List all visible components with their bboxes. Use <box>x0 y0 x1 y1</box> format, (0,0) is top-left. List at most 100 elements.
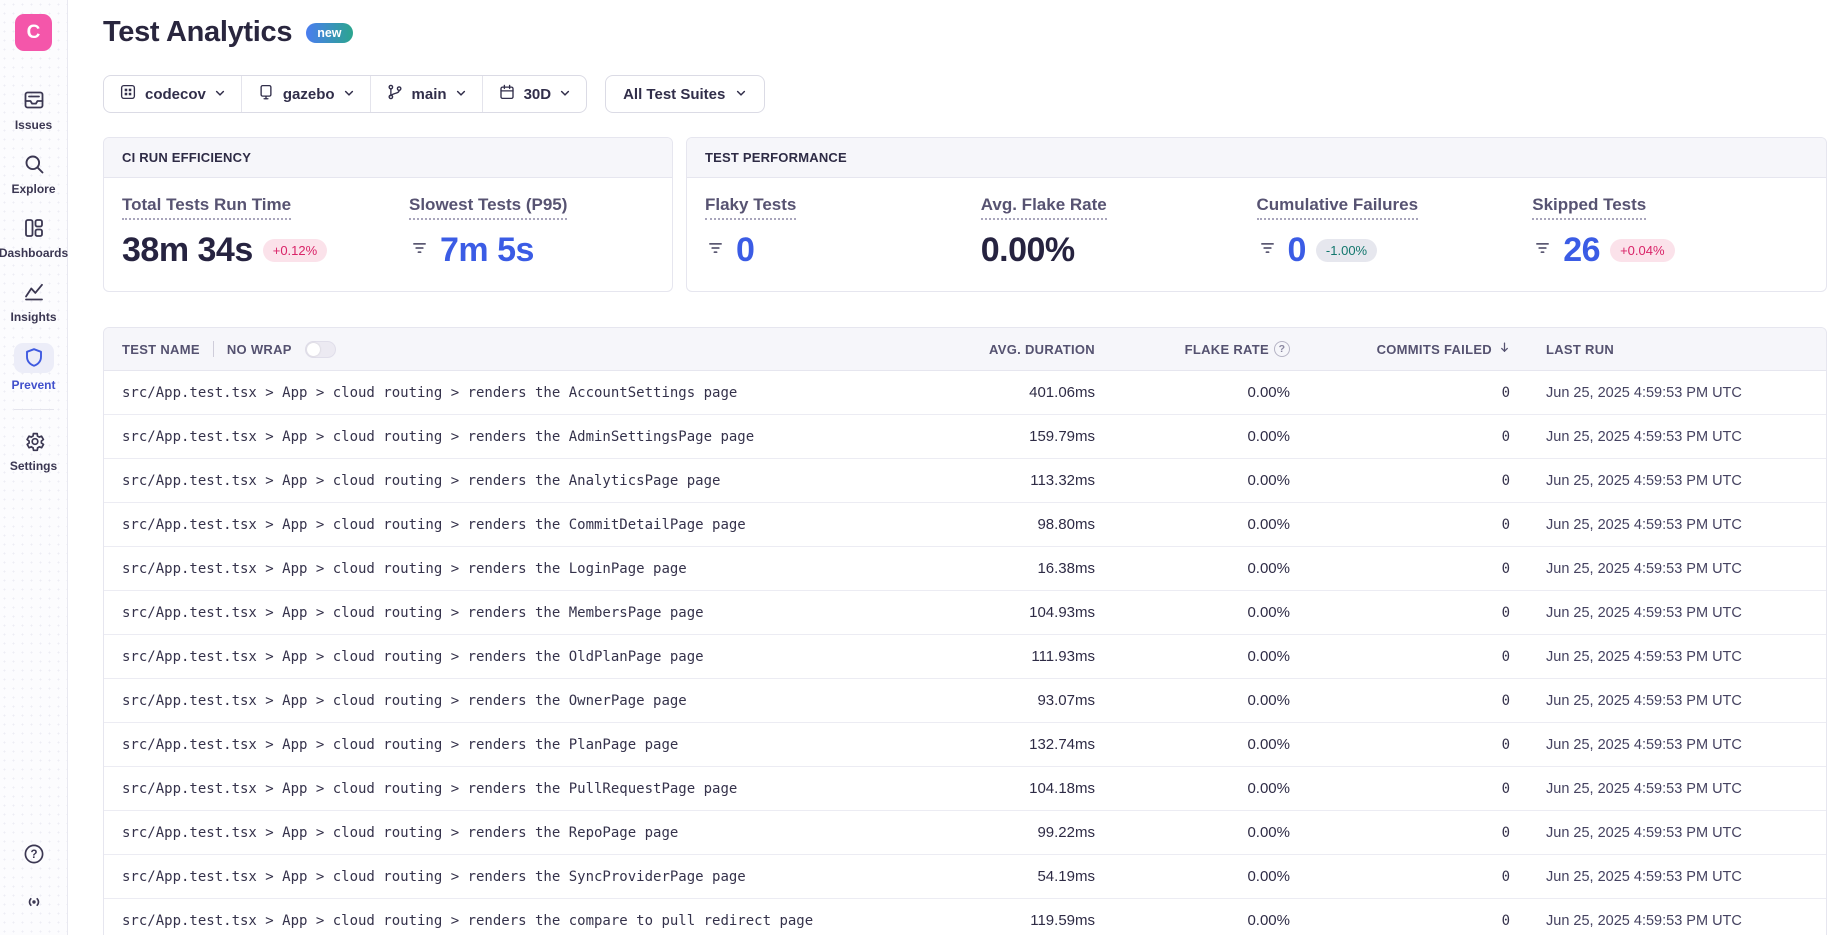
metric-value: 38m 34s <box>122 231 253 270</box>
ci-run-efficiency-panel: CI RUN EFFICIENCY Total Tests Run Time 38… <box>103 137 673 292</box>
last-run-value: Jun 25, 2025 4:59:53 PM UTC <box>1546 517 1742 533</box>
ci-metrics: Total Tests Run Time 38m 34s+0.12% Slowest… <box>104 178 672 291</box>
avg-duration-value: 159.79ms <box>1029 428 1095 445</box>
table-row: src/App.test.tsx > App > cloud routing >… <box>104 855 1826 899</box>
metric-value-row: 7m 5s <box>409 231 534 270</box>
avg-duration-value: 119.59ms <box>1030 912 1095 929</box>
org-dropdown[interactable]: codecov <box>104 76 242 112</box>
avg-duration-value: 113.32ms <box>1030 472 1095 489</box>
metric-value-row: 38m 34s+0.12% <box>122 231 327 270</box>
whats-new-button[interactable] <box>21 891 47 917</box>
commits-failed-value: 0 <box>1502 693 1512 709</box>
filter-funnel-icon <box>705 239 726 262</box>
avg-duration-header[interactable]: AVG. DURATION <box>925 342 1095 357</box>
test-name: src/App.test.tsx > App > cloud routing >… <box>122 913 813 929</box>
metric-label: Total Tests Run Time <box>122 195 291 220</box>
question-circle-icon[interactable]: ? <box>1274 341 1290 357</box>
repo-icon <box>257 83 275 105</box>
commits-failed-value: 0 <box>1502 561 1512 577</box>
perf-metrics: Flaky Tests0Avg. Flake Rate0.00%Cumulati… <box>687 178 1826 291</box>
table-row: src/App.test.tsx > App > cloud routing >… <box>104 635 1826 679</box>
no-wrap-label: NO WRAP <box>227 342 292 357</box>
metric-value[interactable]: 26 <box>1563 231 1600 270</box>
table-row: src/App.test.tsx > App > cloud routing >… <box>104 811 1826 855</box>
table-row: src/App.test.tsx > App > cloud routing >… <box>104 503 1826 547</box>
page-title: Test Analytics <box>103 16 292 49</box>
ci-metric-total-tests-run-time: Total Tests Run Time 38m 34s+0.12% <box>122 195 409 270</box>
test-name: src/App.test.tsx > App > cloud routing >… <box>122 561 687 577</box>
avg-duration-value: 401.06ms <box>1029 384 1095 401</box>
sidebar-divider <box>14 409 54 410</box>
perf-metric-cumulative-failures: Cumulative Failures0-1.00% <box>1257 195 1533 270</box>
test-suites-value: All Test Suites <box>623 86 725 103</box>
sidebar-item-prevent[interactable]: Prevent <box>0 333 67 401</box>
app-logo[interactable]: C <box>15 14 52 51</box>
dashboards-icon <box>21 215 47 241</box>
context-filter-group: codecov gazebo main <box>103 75 587 113</box>
delta-badge: +0.04% <box>1610 239 1674 262</box>
branch-dropdown[interactable]: main <box>371 76 483 112</box>
table-row: src/App.test.tsx > App > cloud routing >… <box>104 547 1826 591</box>
table-row: src/App.test.tsx > App > cloud routing >… <box>104 679 1826 723</box>
test-name: src/App.test.tsx > App > cloud routing >… <box>122 429 754 445</box>
filter-funnel-icon <box>1532 239 1553 262</box>
last-run-value: Jun 25, 2025 4:59:53 PM UTC <box>1546 429 1742 445</box>
flake-rate-value: 0.00% <box>1247 560 1290 577</box>
metric-label: Flaky Tests <box>705 195 796 220</box>
test-name: src/App.test.tsx > App > cloud routing >… <box>122 693 687 709</box>
perf-metric-skipped-tests: Skipped Tests 26 +0.04% <box>1532 195 1808 270</box>
search-icon <box>21 151 47 177</box>
sidebar-item-label: Issues <box>15 118 52 132</box>
chevron-down-icon <box>343 86 355 103</box>
avg-duration-value: 132.74ms <box>1029 736 1095 753</box>
table-body: src/App.test.tsx > App > cloud routing >… <box>104 371 1826 935</box>
table-row: src/App.test.tsx > App > cloud routing >… <box>104 899 1826 935</box>
avg-duration-label: AVG. DURATION <box>989 342 1095 357</box>
flake-rate-value: 0.00% <box>1247 692 1290 709</box>
metric-value[interactable]: 0 <box>1288 231 1306 270</box>
sidebar-item-label: Insights <box>10 310 56 324</box>
sidebar-item-settings[interactable]: Settings <box>0 418 67 482</box>
panel-title: CI RUN EFFICIENCY <box>104 138 672 178</box>
sort-desc-icon <box>1497 340 1512 358</box>
last-run-value: Jun 25, 2025 4:59:53 PM UTC <box>1546 693 1742 709</box>
metric-label: Skipped Tests <box>1532 195 1646 220</box>
table-row: src/App.test.tsx > App > cloud routing >… <box>104 591 1826 635</box>
metric-value[interactable]: 0 <box>736 231 754 270</box>
date-range-dropdown[interactable]: 30D <box>483 76 587 112</box>
sidebar-item-explore[interactable]: Explore <box>0 141 67 205</box>
commits-failed-value: 0 <box>1502 913 1512 929</box>
sidebar-item-issues[interactable]: Issues <box>0 77 67 141</box>
commits-failed-value: 0 <box>1502 473 1512 489</box>
avg-duration-value: 16.38ms <box>1037 560 1095 577</box>
flake-rate-header[interactable]: FLAKE RATE ? <box>1095 341 1290 357</box>
last-run-value: Jun 25, 2025 4:59:53 PM UTC <box>1546 561 1742 577</box>
page-header: Test Analytics new <box>103 16 1827 49</box>
table-row: src/App.test.tsx > App > cloud routing >… <box>104 459 1826 503</box>
test-name: src/App.test.tsx > App > cloud routing >… <box>122 385 737 401</box>
main-content: Test Analytics new codecov gazebo <box>68 0 1845 935</box>
table-row: src/App.test.tsx > App > cloud routing >… <box>104 767 1826 811</box>
flake-rate-value: 0.00% <box>1247 868 1290 885</box>
metric-value[interactable]: 7m 5s <box>440 231 534 270</box>
commits-failed-header[interactable]: COMMITS FAILED <box>1290 340 1512 358</box>
no-wrap-toggle[interactable] <box>305 341 336 358</box>
test-suites-dropdown[interactable]: All Test Suites <box>605 75 765 113</box>
avg-duration-value: 99.22ms <box>1037 824 1095 841</box>
help-button[interactable]: ? <box>21 843 47 869</box>
broadcast-icon <box>22 890 46 919</box>
grid-icon <box>119 83 137 105</box>
filter-funnel-icon <box>409 239 430 262</box>
sidebar-item-dashboards[interactable]: Dashboards <box>0 205 67 269</box>
sidebar-bottom: ? <box>21 843 47 917</box>
test-name-header: TEST NAME <box>122 342 200 357</box>
flake-rate-value: 0.00% <box>1247 472 1290 489</box>
last-run-header[interactable]: LAST RUN <box>1512 342 1808 357</box>
metric-label: Slowest Tests (P95) <box>409 195 567 220</box>
avg-duration-value: 111.93ms <box>1031 648 1095 665</box>
metric-value-row: 0-1.00% <box>1257 231 1378 270</box>
last-run-value: Jun 25, 2025 4:59:53 PM UTC <box>1546 825 1742 841</box>
repo-dropdown[interactable]: gazebo <box>242 76 371 112</box>
sidebar-item-insights[interactable]: Insights <box>0 269 67 333</box>
gear-icon <box>21 428 47 454</box>
